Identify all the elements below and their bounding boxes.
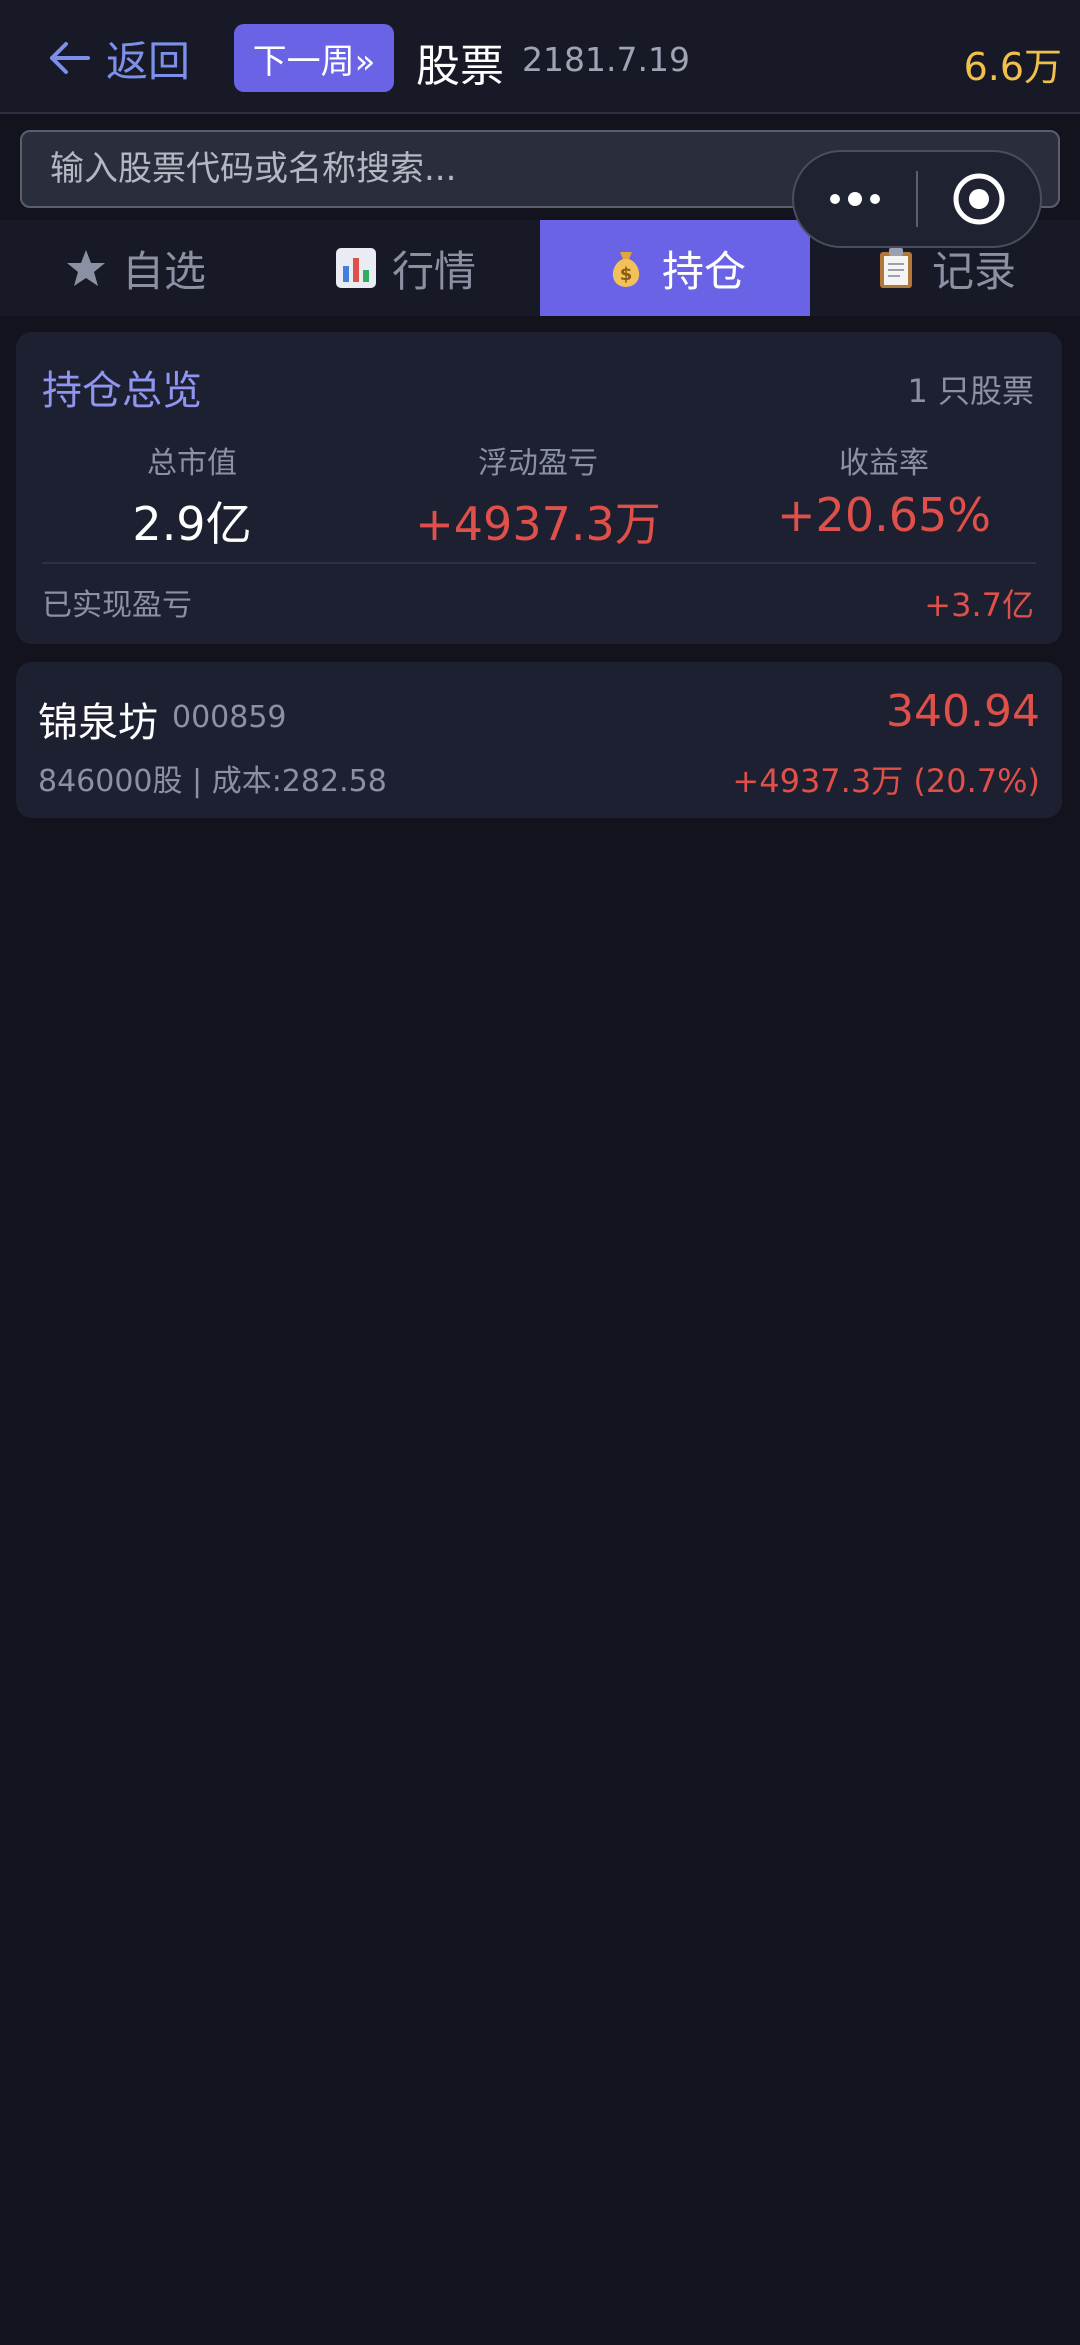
tab-market[interactable]: 行情 (270, 220, 540, 316)
bar-chart-icon (335, 248, 376, 288)
next-week-button[interactable]: 下一周» (234, 24, 394, 92)
holding-count: 1 只股票 (907, 372, 1034, 410)
more-options-button[interactable] (794, 152, 916, 246)
metric-label: 总市值 (147, 446, 237, 481)
back-button[interactable]: 返回 (48, 30, 190, 86)
header-bar: 返回 下一周» 股票 2181.7.19 6.6万 (0, 0, 1080, 114)
cash-balance: 6.6万 (963, 45, 1062, 89)
miniprogram-capsule (792, 150, 1042, 248)
realized-pnl-label: 已实现盈亏 (42, 588, 192, 623)
metric-floating-pnl: 浮动盈亏 +4937.3万 (368, 438, 708, 554)
stock-price: 340.94 (886, 686, 1040, 737)
clipboard-icon (879, 248, 912, 288)
star-icon (66, 250, 105, 286)
tab-label: 行情 (391, 246, 476, 296)
metric-value: 2.9亿 (132, 497, 252, 551)
metric-market-value: 总市值 2.9亿 (22, 438, 362, 554)
holdings-overview-card: 持仓总览 1 只股票 总市值 2.9亿 浮动盈亏 +4937.3万 收益率 +2… (16, 332, 1062, 644)
tab-watchlist[interactable]: 自选 (0, 220, 270, 316)
page-title: 股票 (416, 41, 504, 92)
close-miniprogram-button[interactable] (918, 152, 1040, 246)
holding-item[interactable]: 锦泉坊 000859 340.94 846000股 | 成本:282.58 +4… (16, 662, 1062, 818)
divider (42, 562, 1036, 564)
target-circle-icon (953, 173, 1005, 225)
overview-title: 持仓总览 (42, 368, 202, 414)
stock-name: 锦泉坊 (38, 700, 158, 746)
game-date: 2181.7.19 (522, 40, 690, 79)
money-bag-icon: $ (612, 252, 640, 287)
stock-code: 000859 (172, 700, 287, 735)
tab-label: 自选 (121, 246, 206, 296)
back-arrow-icon (50, 42, 90, 74)
svg-text:$: $ (620, 264, 633, 285)
metric-value: +4937.3万 (415, 497, 661, 551)
more-dots-icon (830, 192, 880, 206)
back-label: 返回 (106, 36, 191, 86)
metric-label: 浮动盈亏 (478, 446, 598, 481)
stock-pnl: +4937.3万 (20.7%) (732, 762, 1040, 800)
metric-label: 收益率 (839, 446, 929, 481)
search-input[interactable] (48, 132, 788, 206)
metric-value: +20.65% (777, 488, 991, 542)
realized-pnl-value: +3.7亿 (924, 586, 1034, 624)
tab-label: 持仓 (661, 246, 746, 296)
tab-holdings[interactable]: $ 持仓 (540, 220, 810, 316)
stock-shares-cost: 846000股 | 成本:282.58 (38, 764, 387, 799)
metric-return-rate: 收益率 +20.65% (714, 438, 1054, 542)
